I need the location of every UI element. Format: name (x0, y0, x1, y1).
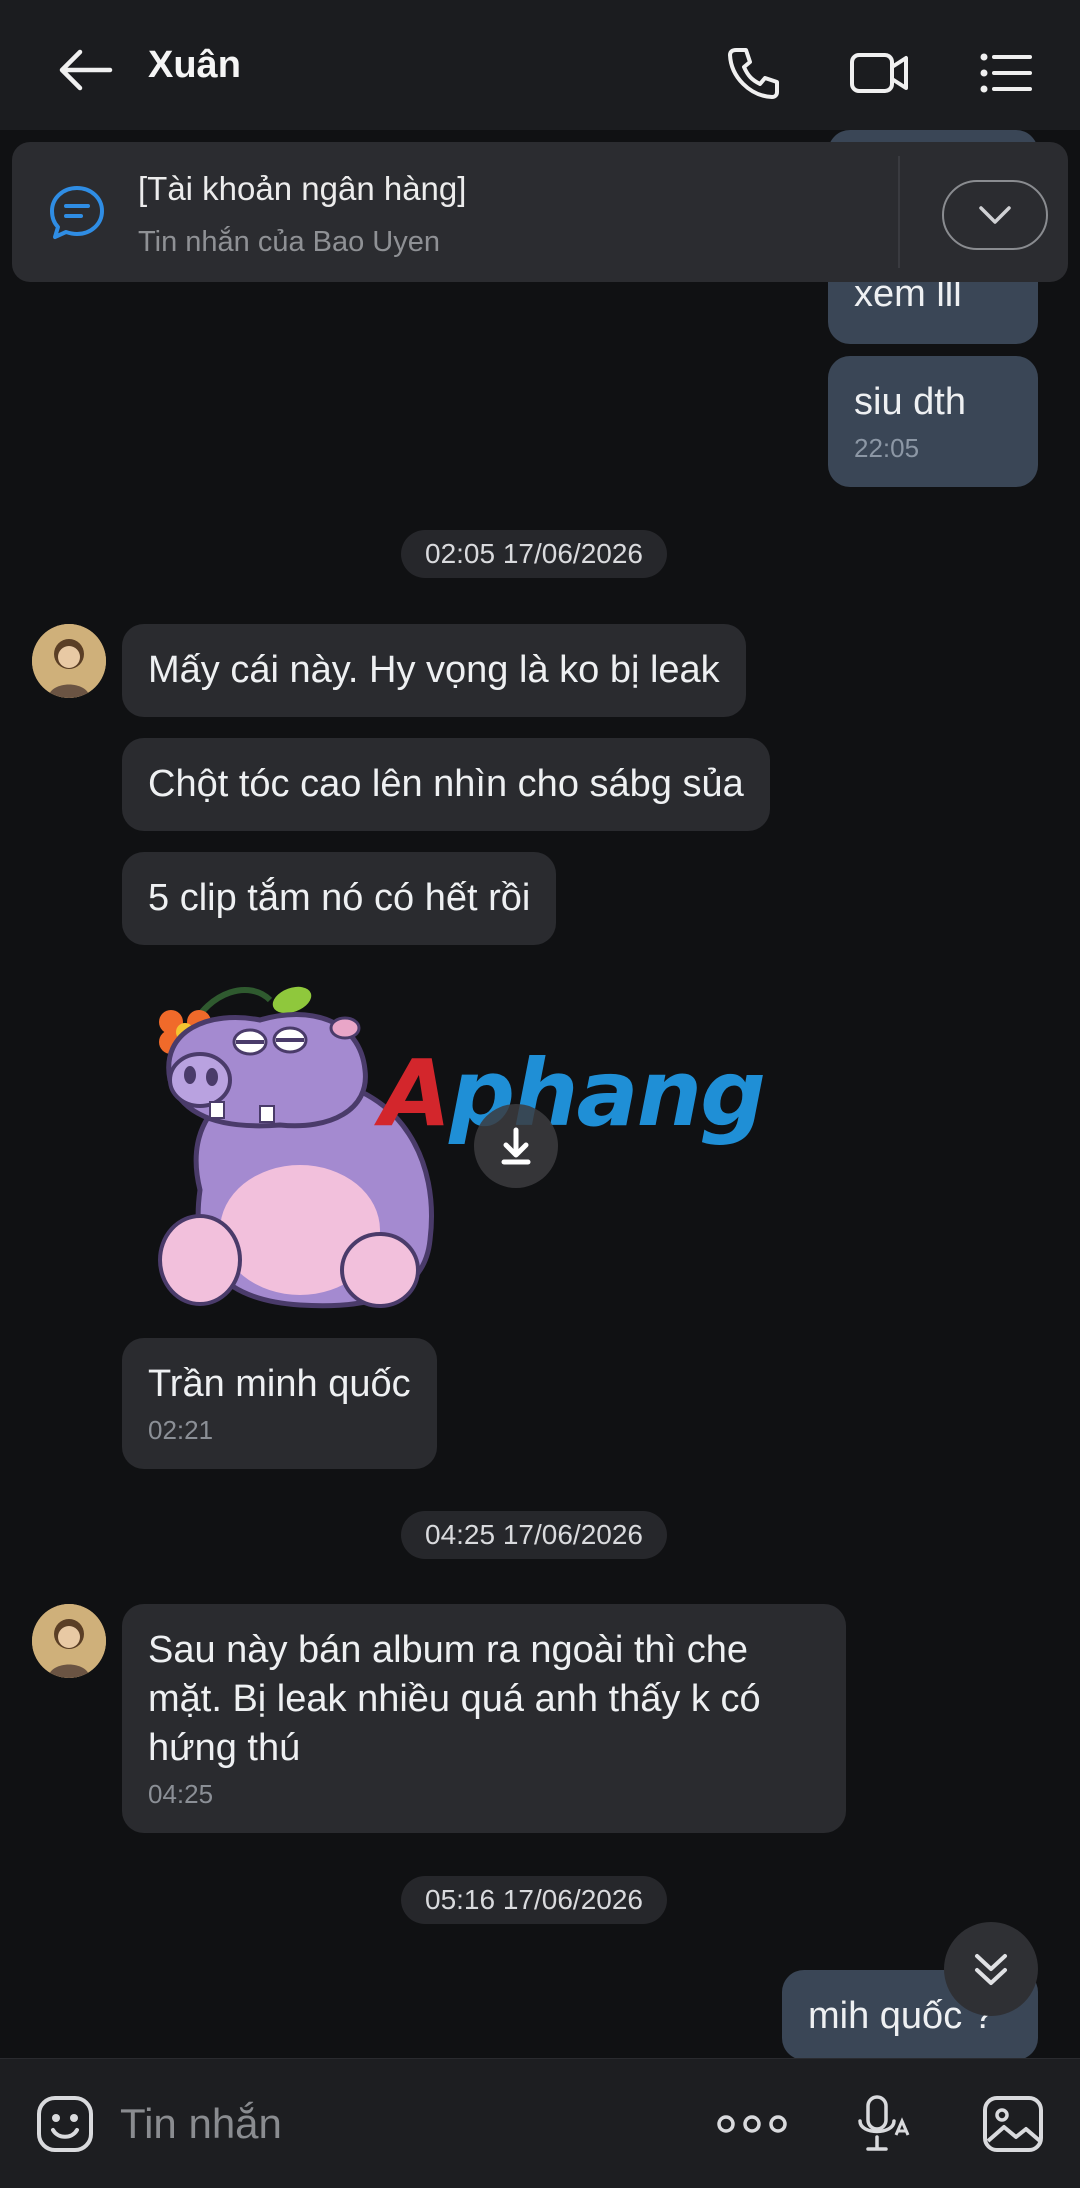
double-chevron-down-icon (975, 1954, 1007, 1985)
download-icon[interactable] (474, 1104, 558, 1188)
watermark-logo: Aphang (380, 1040, 766, 1147)
incoming-message[interactable]: Sau này bán album ra ngoài thì che mặt. … (122, 1604, 846, 1833)
image-gallery-icon[interactable] (980, 2093, 1046, 2155)
contact-name[interactable]: Xuân (148, 44, 241, 87)
message-text: Trần minh quốc (148, 1363, 411, 1405)
message-text: Sau này bán album ra ngoài thì che mặt. … (148, 1629, 761, 1769)
scroll-to-bottom-button[interactable] (944, 1922, 1038, 2016)
menu-list-icon[interactable] (972, 40, 1038, 106)
pinned-title: [Tài khoản ngân hàng] (138, 170, 467, 207)
outgoing-message[interactable]: siu dth 22:05 (828, 356, 1038, 487)
message-text: Chột tóc cao lên nhìn cho sábg sủa (148, 763, 744, 805)
message-text: 5 clip tắm nó có hết rồi (148, 877, 531, 919)
date-separator: 02:05 17/06/2026 (401, 530, 667, 578)
message-text: siu dth (854, 381, 966, 423)
message-composer (0, 2058, 1080, 2188)
message-time: 04:25 (148, 1779, 214, 1809)
divider (898, 156, 900, 268)
pinned-message-banner[interactable]: [Tài khoản ngân hàng] Tin nhắn của Bao U… (12, 142, 1068, 282)
avatar[interactable] (32, 624, 106, 698)
chat-bubble-icon (46, 182, 108, 244)
message-text: Mấy cái này. Hy vọng là ko bị leak (148, 649, 720, 691)
message-input[interactable] (120, 2093, 680, 2155)
incoming-message[interactable]: 5 clip tắm nó có hết rồi (122, 852, 557, 945)
video-icon[interactable] (846, 40, 912, 106)
chat-header: Xuân (0, 0, 1080, 130)
message-time: 22:05 (854, 433, 920, 463)
back-arrow-icon[interactable] (50, 40, 120, 100)
voice-to-text-mic-icon[interactable] (852, 2091, 914, 2157)
message-time: 02:21 (148, 1415, 214, 1445)
avatar[interactable] (32, 1604, 106, 1678)
more-options-icon[interactable] (712, 2099, 792, 2149)
date-separator: 05:16 17/06/2026 (401, 1876, 667, 1924)
incoming-message[interactable]: Chột tóc cao lên nhìn cho sábg sủa (122, 738, 770, 831)
phone-icon[interactable] (720, 40, 786, 106)
pinned-subtitle: Tin nhắn của Bao Uyen (138, 226, 441, 258)
chevron-down-icon[interactable] (942, 180, 1048, 250)
date-separator: 04:25 17/06/2026 (401, 1511, 667, 1559)
sticker-emoji-icon[interactable] (34, 2093, 96, 2155)
incoming-message[interactable]: Mấy cái này. Hy vọng là ko bị leak (122, 624, 746, 717)
incoming-message[interactable]: Trần minh quốc 02:21 (122, 1338, 437, 1469)
